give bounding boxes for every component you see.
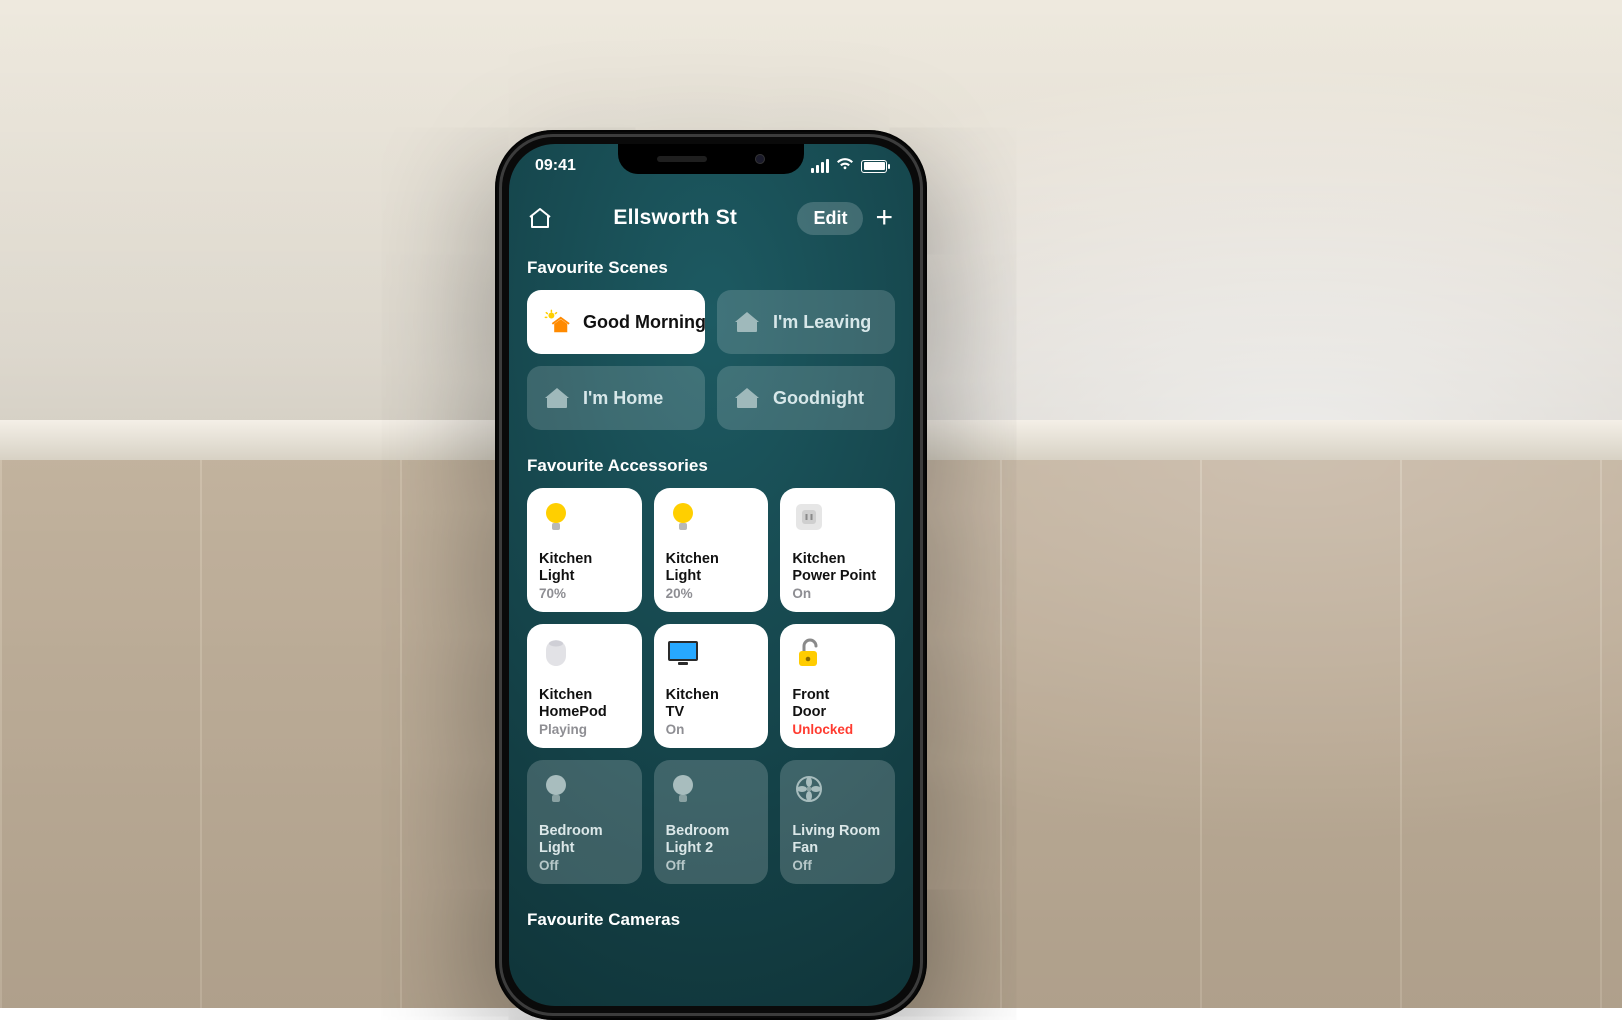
accessory-line2: HomePod xyxy=(539,704,630,721)
accessory-line2: Door xyxy=(792,704,883,721)
accessory-front-door[interactable]: Front Door Unlocked xyxy=(780,624,895,748)
accessory-line2: TV xyxy=(666,704,757,721)
accessory-line1: Kitchen xyxy=(539,687,630,704)
accessory-line1: Kitchen xyxy=(792,551,883,568)
iphone-notch xyxy=(618,144,804,174)
accessory-status: Off xyxy=(539,858,630,874)
homepod-icon xyxy=(539,636,573,670)
accessory-line1: Kitchen xyxy=(539,551,630,568)
person-leaving-house-icon xyxy=(733,308,761,336)
person-arriving-house-icon xyxy=(543,384,571,412)
scene-label: I'm Leaving xyxy=(773,312,871,333)
edit-button[interactable]: Edit xyxy=(797,202,863,235)
accessory-line1: Kitchen xyxy=(666,687,757,704)
accessory-status: On xyxy=(792,586,883,602)
tv-icon xyxy=(666,636,700,670)
accessory-line2: Light xyxy=(539,568,630,585)
scene-label: Good Morning xyxy=(583,312,705,333)
accessory-kitchen-homepod[interactable]: Kitchen HomePod Playing xyxy=(527,624,642,748)
accessory-status: Off xyxy=(666,858,757,874)
accessory-bedroom-light[interactable]: Bedroom Light Off xyxy=(527,760,642,884)
cellular-signal-icon xyxy=(811,159,829,173)
accessory-line2: Fan xyxy=(792,840,883,857)
bulb-on-icon xyxy=(539,500,573,534)
home-icon[interactable] xyxy=(527,206,553,230)
accessory-status: 20% xyxy=(666,586,757,602)
accessory-status: 70% xyxy=(539,586,630,602)
iphone-frame: 09:41 Ellsworth St Edit + Favourite Scen… xyxy=(495,130,927,1020)
accessory-line1: Bedroom xyxy=(666,823,757,840)
accessory-line2: Power Point xyxy=(792,568,883,585)
scene-im-home[interactable]: I'm Home xyxy=(527,366,705,430)
section-title-cameras: Favourite Cameras xyxy=(527,910,895,930)
scene-goodnight[interactable]: Goodnight xyxy=(717,366,895,430)
scene-label: I'm Home xyxy=(583,388,663,409)
scene-good-morning[interactable]: Good Morning xyxy=(527,290,705,354)
scene-im-leaving[interactable]: I'm Leaving xyxy=(717,290,895,354)
fan-icon xyxy=(792,772,826,806)
section-title-accessories: Favourite Accessories xyxy=(527,456,895,476)
sunrise-house-icon xyxy=(543,308,571,336)
accessory-line2: Light 2 xyxy=(666,840,757,857)
accessory-line1: Bedroom xyxy=(539,823,630,840)
add-button[interactable]: + xyxy=(873,203,895,233)
home-name-title[interactable]: Ellsworth St xyxy=(563,206,787,230)
bulb-on-icon xyxy=(666,500,700,534)
accessory-line1: Living Room xyxy=(792,823,883,840)
accessory-kitchen-power-point[interactable]: Kitchen Power Point On xyxy=(780,488,895,612)
home-app-screen: 09:41 Ellsworth St Edit + Favourite Scen… xyxy=(509,144,913,1006)
accessories-grid: Kitchen Light 70% Kitchen Light 20% xyxy=(527,488,895,884)
moon-house-icon xyxy=(733,384,761,412)
wifi-icon xyxy=(836,157,854,176)
outlet-icon xyxy=(792,500,826,534)
scene-label: Goodnight xyxy=(773,388,864,409)
scenes-grid: Good Morning I'm Leaving I'm Home Goodni… xyxy=(527,290,895,430)
status-time: 09:41 xyxy=(535,157,576,175)
bulb-off-icon xyxy=(539,772,573,806)
accessory-living-room-fan[interactable]: Living Room Fan Off xyxy=(780,760,895,884)
accessory-line1: Kitchen xyxy=(666,551,757,568)
lock-open-icon xyxy=(792,636,826,670)
accessory-status: On xyxy=(666,722,757,738)
accessory-kitchen-light-1[interactable]: Kitchen Light 70% xyxy=(527,488,642,612)
nav-bar: Ellsworth St Edit + xyxy=(509,194,913,242)
battery-icon xyxy=(861,160,887,173)
accessory-kitchen-tv[interactable]: Kitchen TV On xyxy=(654,624,769,748)
accessory-status: Off xyxy=(792,858,883,874)
bulb-off-icon xyxy=(666,772,700,806)
accessory-status: Unlocked xyxy=(792,722,883,738)
accessory-line2: Light xyxy=(539,840,630,857)
accessory-status: Playing xyxy=(539,722,630,738)
section-title-scenes: Favourite Scenes xyxy=(527,258,895,278)
accessory-kitchen-light-2[interactable]: Kitchen Light 20% xyxy=(654,488,769,612)
accessory-line2: Light xyxy=(666,568,757,585)
accessory-line1: Front xyxy=(792,687,883,704)
accessory-bedroom-light-2[interactable]: Bedroom Light 2 Off xyxy=(654,760,769,884)
